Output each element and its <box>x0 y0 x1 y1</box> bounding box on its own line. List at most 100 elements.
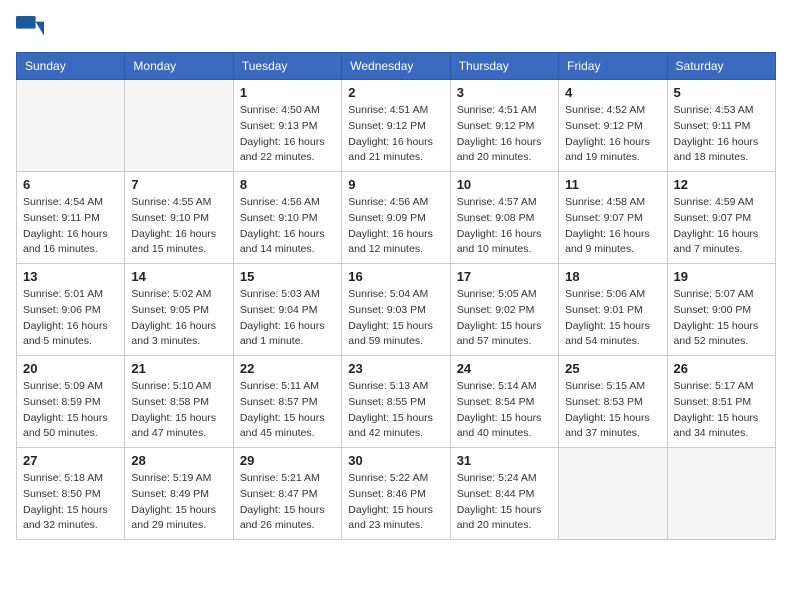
day-detail: Sunrise: 4:54 AM Sunset: 9:11 PM Dayligh… <box>23 195 118 258</box>
day-detail: Sunrise: 4:57 AM Sunset: 9:08 PM Dayligh… <box>457 195 552 258</box>
day-detail: Sunrise: 5:11 AM Sunset: 8:57 PM Dayligh… <box>240 379 335 442</box>
calendar-cell: 31 Sunrise: 5:24 AM Sunset: 8:44 PM Dayli… <box>450 448 558 540</box>
calendar-cell: 2 Sunrise: 4:51 AM Sunset: 9:12 PM Daylig… <box>342 80 450 172</box>
calendar-cell: 27 Sunrise: 5:18 AM Sunset: 8:50 PM Dayli… <box>17 448 125 540</box>
day-detail: Sunrise: 5:21 AM Sunset: 8:47 PM Dayligh… <box>240 471 335 534</box>
day-header-saturday: Saturday <box>667 53 775 80</box>
day-detail: Sunrise: 5:01 AM Sunset: 9:06 PM Dayligh… <box>23 287 118 350</box>
day-number: 3 <box>457 85 552 100</box>
calendar-cell: 17Sunrise: 5:05 AM Sunset: 9:02 PM Dayli… <box>450 264 558 356</box>
calendar-cell: 14 Sunrise: 5:02 AM Sunset: 9:05 PM Dayli… <box>125 264 233 356</box>
calendar-cell: 5 Sunrise: 4:53 AM Sunset: 9:11 PM Daylig… <box>667 80 775 172</box>
day-header-wednesday: Wednesday <box>342 53 450 80</box>
day-detail: Sunrise: 4:50 AM Sunset: 9:13 PM Dayligh… <box>240 103 335 166</box>
calendar-cell: 19 Sunrise: 5:07 AM Sunset: 9:00 PM Dayli… <box>667 264 775 356</box>
day-number: 24 <box>457 361 552 376</box>
day-detail: Sunrise: 5:17 AM Sunset: 8:51 PM Dayligh… <box>674 379 769 442</box>
day-detail: Sunrise: 5:06 AM Sunset: 9:01 PM Dayligh… <box>565 287 660 350</box>
calendar-cell <box>667 448 775 540</box>
day-detail: Sunrise: 5:19 AM Sunset: 8:49 PM Dayligh… <box>131 471 226 534</box>
day-number: 5 <box>674 85 769 100</box>
calendar-cell: 25 Sunrise: 5:15 AM Sunset: 8:53 PM Dayli… <box>559 356 667 448</box>
calendar-cell: 8 Sunrise: 4:56 AM Sunset: 9:10 PM Daylig… <box>233 172 341 264</box>
calendar-week-row: 20 Sunrise: 5:09 AM Sunset: 8:59 PM Dayli… <box>17 356 776 448</box>
calendar-cell: 1 Sunrise: 4:50 AM Sunset: 9:13 PM Daylig… <box>233 80 341 172</box>
day-header-sunday: Sunday <box>17 53 125 80</box>
day-detail: Sunrise: 4:58 AM Sunset: 9:07 PM Dayligh… <box>565 195 660 258</box>
calendar-week-row: 1 Sunrise: 4:50 AM Sunset: 9:13 PM Daylig… <box>17 80 776 172</box>
calendar-cell: 4Sunrise: 4:52 AM Sunset: 9:12 PM Daylig… <box>559 80 667 172</box>
day-number: 6 <box>23 177 118 192</box>
day-detail: Sunrise: 5:22 AM Sunset: 8:46 PM Dayligh… <box>348 471 443 534</box>
day-detail: Sunrise: 5:15 AM Sunset: 8:53 PM Dayligh… <box>565 379 660 442</box>
calendar-cell: 12Sunrise: 4:59 AM Sunset: 9:07 PM Dayli… <box>667 172 775 264</box>
day-number: 13 <box>23 269 118 284</box>
calendar-table: SundayMondayTuesdayWednesdayThursdayFrid… <box>16 52 776 540</box>
calendar-cell: 26 Sunrise: 5:17 AM Sunset: 8:51 PM Dayli… <box>667 356 775 448</box>
day-number: 22 <box>240 361 335 376</box>
day-number: 15 <box>240 269 335 284</box>
day-detail: Sunrise: 4:56 AM Sunset: 9:10 PM Dayligh… <box>240 195 335 258</box>
day-number: 30 <box>348 453 443 468</box>
calendar-cell: 30 Sunrise: 5:22 AM Sunset: 8:46 PM Dayli… <box>342 448 450 540</box>
day-detail: Sunrise: 5:18 AM Sunset: 8:50 PM Dayligh… <box>23 471 118 534</box>
day-header-thursday: Thursday <box>450 53 558 80</box>
day-number: 14 <box>131 269 226 284</box>
day-detail: Sunrise: 5:02 AM Sunset: 9:05 PM Dayligh… <box>131 287 226 350</box>
day-detail: Sunrise: 5:24 AM Sunset: 8:44 PM Dayligh… <box>457 471 552 534</box>
day-number: 23 <box>348 361 443 376</box>
calendar-week-row: 27 Sunrise: 5:18 AM Sunset: 8:50 PM Dayli… <box>17 448 776 540</box>
day-detail: Sunrise: 5:04 AM Sunset: 9:03 PM Dayligh… <box>348 287 443 350</box>
day-detail: Sunrise: 5:07 AM Sunset: 9:00 PM Dayligh… <box>674 287 769 350</box>
calendar-cell: 29 Sunrise: 5:21 AM Sunset: 8:47 PM Dayli… <box>233 448 341 540</box>
calendar-cell: 7 Sunrise: 4:55 AM Sunset: 9:10 PM Daylig… <box>125 172 233 264</box>
day-number: 1 <box>240 85 335 100</box>
calendar-cell: 15Sunrise: 5:03 AM Sunset: 9:04 PM Dayli… <box>233 264 341 356</box>
day-detail: Sunrise: 4:55 AM Sunset: 9:10 PM Dayligh… <box>131 195 226 258</box>
day-number: 20 <box>23 361 118 376</box>
day-number: 29 <box>240 453 335 468</box>
day-detail: Sunrise: 5:09 AM Sunset: 8:59 PM Dayligh… <box>23 379 118 442</box>
calendar-cell: 13 Sunrise: 5:01 AM Sunset: 9:06 PM Dayli… <box>17 264 125 356</box>
calendar-cell: 23 Sunrise: 5:13 AM Sunset: 8:55 PM Dayli… <box>342 356 450 448</box>
calendar-cell: 11 Sunrise: 4:58 AM Sunset: 9:07 PM Dayli… <box>559 172 667 264</box>
day-detail: Sunrise: 4:53 AM Sunset: 9:11 PM Dayligh… <box>674 103 769 166</box>
day-number: 19 <box>674 269 769 284</box>
day-detail: Sunrise: 4:51 AM Sunset: 9:12 PM Dayligh… <box>348 103 443 166</box>
day-number: 26 <box>674 361 769 376</box>
calendar-cell: 6 Sunrise: 4:54 AM Sunset: 9:11 PM Daylig… <box>17 172 125 264</box>
day-detail: Sunrise: 4:52 AM Sunset: 9:12 PM Dayligh… <box>565 103 660 166</box>
day-number: 11 <box>565 177 660 192</box>
day-number: 16 <box>348 269 443 284</box>
day-number: 7 <box>131 177 226 192</box>
day-header-friday: Friday <box>559 53 667 80</box>
calendar-cell: 24 Sunrise: 5:14 AM Sunset: 8:54 PM Dayli… <box>450 356 558 448</box>
calendar-cell: 3 Sunrise: 4:51 AM Sunset: 9:12 PM Daylig… <box>450 80 558 172</box>
calendar-cell: 18 Sunrise: 5:06 AM Sunset: 9:01 PM Dayli… <box>559 264 667 356</box>
calendar-cell: 10 Sunrise: 4:57 AM Sunset: 9:08 PM Dayli… <box>450 172 558 264</box>
day-number: 18 <box>565 269 660 284</box>
day-number: 21 <box>131 361 226 376</box>
day-detail: Sunrise: 4:51 AM Sunset: 9:12 PM Dayligh… <box>457 103 552 166</box>
logo-icon <box>16 16 44 44</box>
day-number: 8 <box>240 177 335 192</box>
day-detail: Sunrise: 5:10 AM Sunset: 8:58 PM Dayligh… <box>131 379 226 442</box>
day-number: 28 <box>131 453 226 468</box>
day-number: 17 <box>457 269 552 284</box>
calendar-header-row: SundayMondayTuesdayWednesdayThursdayFrid… <box>17 53 776 80</box>
day-number: 27 <box>23 453 118 468</box>
day-header-tuesday: Tuesday <box>233 53 341 80</box>
day-header-monday: Monday <box>125 53 233 80</box>
day-detail: Sunrise: 5:13 AM Sunset: 8:55 PM Dayligh… <box>348 379 443 442</box>
day-number: 10 <box>457 177 552 192</box>
calendar-cell <box>559 448 667 540</box>
day-detail: Sunrise: 4:56 AM Sunset: 9:09 PM Dayligh… <box>348 195 443 258</box>
calendar-cell: 28 Sunrise: 5:19 AM Sunset: 8:49 PM Dayli… <box>125 448 233 540</box>
day-number: 2 <box>348 85 443 100</box>
day-number: 31 <box>457 453 552 468</box>
day-detail: Sunrise: 5:14 AM Sunset: 8:54 PM Dayligh… <box>457 379 552 442</box>
calendar-cell: 21 Sunrise: 5:10 AM Sunset: 8:58 PM Dayli… <box>125 356 233 448</box>
calendar-cell <box>17 80 125 172</box>
day-detail: Sunrise: 4:59 AM Sunset: 9:07 PM Dayligh… <box>674 195 769 258</box>
day-number: 25 <box>565 361 660 376</box>
